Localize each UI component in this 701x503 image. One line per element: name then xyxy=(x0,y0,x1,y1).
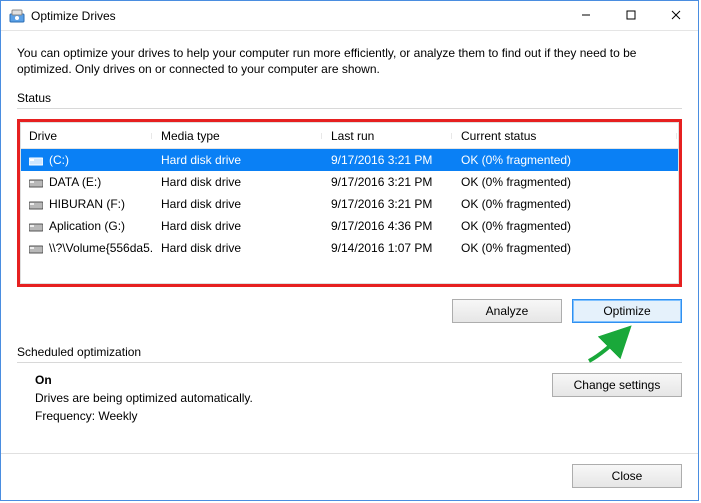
drive-last: 9/14/2016 1:07 PM xyxy=(323,241,453,255)
drive-status: OK (0% fragmented) xyxy=(453,153,678,167)
analyze-button[interactable]: Analyze xyxy=(452,299,562,323)
scheduled-section: Scheduled optimization On Drives are bei… xyxy=(17,345,682,423)
content-area: You can optimize your drives to help you… xyxy=(1,31,698,423)
drive-status: OK (0% fragmented) xyxy=(453,175,678,189)
drive-name: DATA (E:) xyxy=(49,175,101,189)
table-header: Drive Media type Last run Current status xyxy=(21,123,678,149)
window: Optimize Drives You can optimize your dr… xyxy=(0,0,699,501)
drive-status: OK (0% fragmented) xyxy=(453,197,678,211)
titlebar: Optimize Drives xyxy=(1,1,698,31)
optimize-button[interactable]: Optimize xyxy=(572,299,682,323)
description-text: You can optimize your drives to help you… xyxy=(17,45,682,77)
drive-last: 9/17/2016 3:21 PM xyxy=(323,197,453,211)
drive-media: Hard disk drive xyxy=(153,153,323,167)
scheduled-freq: Frequency: Weekly xyxy=(35,409,682,423)
footer: Close xyxy=(572,464,682,488)
close-dialog-button[interactable]: Close xyxy=(572,464,682,488)
action-button-row: Analyze Optimize xyxy=(17,299,682,323)
minimize-button[interactable] xyxy=(563,1,608,29)
col-last[interactable]: Last run xyxy=(323,129,453,143)
change-settings-button[interactable]: Change settings xyxy=(552,373,682,397)
drive-icon xyxy=(29,177,43,187)
close-icon xyxy=(671,10,681,20)
drive-icon xyxy=(29,155,43,165)
app-icon xyxy=(9,8,25,24)
drive-icon xyxy=(29,199,43,209)
footer-separator xyxy=(1,453,698,454)
col-status[interactable]: Current status xyxy=(453,129,678,143)
table-row[interactable]: \\?\Volume{556da5... Hard disk drive 9/1… xyxy=(21,237,678,259)
table-row[interactable]: Aplication (G:) Hard disk drive 9/17/201… xyxy=(21,215,678,237)
drive-table-highlight: Drive Media type Last run Current status… xyxy=(17,119,682,287)
scheduled-divider xyxy=(17,362,682,363)
drive-last: 9/17/2016 3:21 PM xyxy=(323,175,453,189)
col-drive[interactable]: Drive xyxy=(21,129,153,143)
drive-table[interactable]: Drive Media type Last run Current status… xyxy=(20,122,679,284)
drive-name: HIBURAN (F:) xyxy=(49,197,125,211)
drive-name: (C:) xyxy=(49,153,69,167)
drive-last: 9/17/2016 3:21 PM xyxy=(323,153,453,167)
window-title: Optimize Drives xyxy=(31,9,116,23)
drive-media: Hard disk drive xyxy=(153,241,323,255)
drive-status: OK (0% fragmented) xyxy=(453,219,678,233)
drive-icon xyxy=(29,243,43,253)
drive-name: Aplication (G:) xyxy=(49,219,125,233)
status-label: Status xyxy=(17,91,682,105)
drive-icon xyxy=(29,221,43,231)
drive-media: Hard disk drive xyxy=(153,197,323,211)
status-divider xyxy=(17,108,682,109)
drive-name: \\?\Volume{556da5... xyxy=(49,241,153,255)
scheduled-label: Scheduled optimization xyxy=(17,345,682,359)
table-row[interactable]: HIBURAN (F:) Hard disk drive 9/17/2016 3… xyxy=(21,193,678,215)
drive-last: 9/17/2016 4:36 PM xyxy=(323,219,453,233)
minimize-icon xyxy=(581,10,591,20)
window-controls xyxy=(563,1,698,30)
table-row[interactable]: DATA (E:) Hard disk drive 9/17/2016 3:21… xyxy=(21,171,678,193)
maximize-button[interactable] xyxy=(608,1,653,29)
maximize-icon xyxy=(626,10,636,20)
drive-media: Hard disk drive xyxy=(153,175,323,189)
close-button[interactable] xyxy=(653,1,698,29)
drive-status: OK (0% fragmented) xyxy=(453,241,678,255)
table-row[interactable]: (C:) Hard disk drive 9/17/2016 3:21 PM O… xyxy=(21,149,678,171)
drive-media: Hard disk drive xyxy=(153,219,323,233)
col-media[interactable]: Media type xyxy=(153,129,323,143)
